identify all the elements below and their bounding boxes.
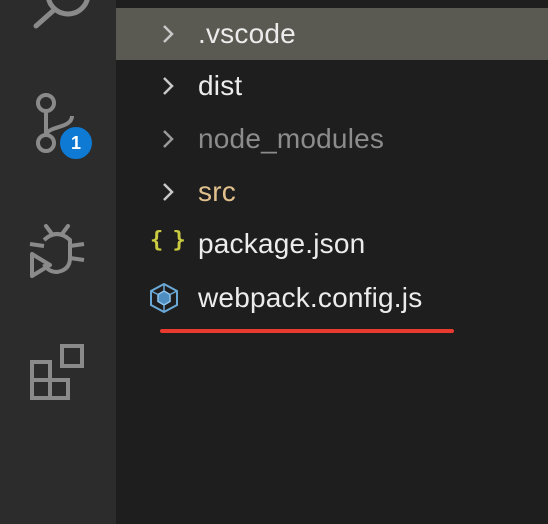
tree-item-node-modules[interactable]: node_modules — [116, 113, 548, 165]
chevron-right-icon — [163, 25, 174, 43]
debug-icon[interactable] — [24, 214, 90, 280]
search-icon[interactable] — [22, 0, 94, 30]
activity-bar: 1 — [0, 0, 116, 524]
chevron-right-icon — [163, 130, 174, 148]
chevron-right-icon — [163, 183, 174, 201]
extensions-icon[interactable] — [28, 342, 88, 402]
tree-item-dist[interactable]: dist — [116, 60, 548, 112]
tree-item-label: node_modules — [198, 123, 385, 154]
tree-item-src[interactable]: src — [116, 166, 548, 218]
json-braces-icon: { } — [150, 228, 186, 253]
tree-item-vscode[interactable]: .vscode — [116, 8, 548, 60]
tree-item-label: dist — [198, 70, 243, 101]
explorer-tree: .vscode dist node_modules src { } packag… — [116, 0, 548, 524]
webpack-cube-icon — [150, 283, 178, 313]
annotation-underline — [160, 329, 454, 333]
tree-item-label: .vscode — [198, 18, 296, 49]
tree-item-label: src — [198, 176, 236, 207]
chevron-right-icon — [163, 77, 174, 95]
tree-item-webpack-config[interactable]: webpack.config.js — [116, 272, 548, 324]
tree-item-label: webpack.config.js — [198, 282, 423, 313]
tree-item-label: package.json — [198, 228, 366, 259]
tree-item-package-json[interactable]: { } package.json — [116, 218, 548, 270]
source-control-badge: 1 — [58, 125, 94, 161]
